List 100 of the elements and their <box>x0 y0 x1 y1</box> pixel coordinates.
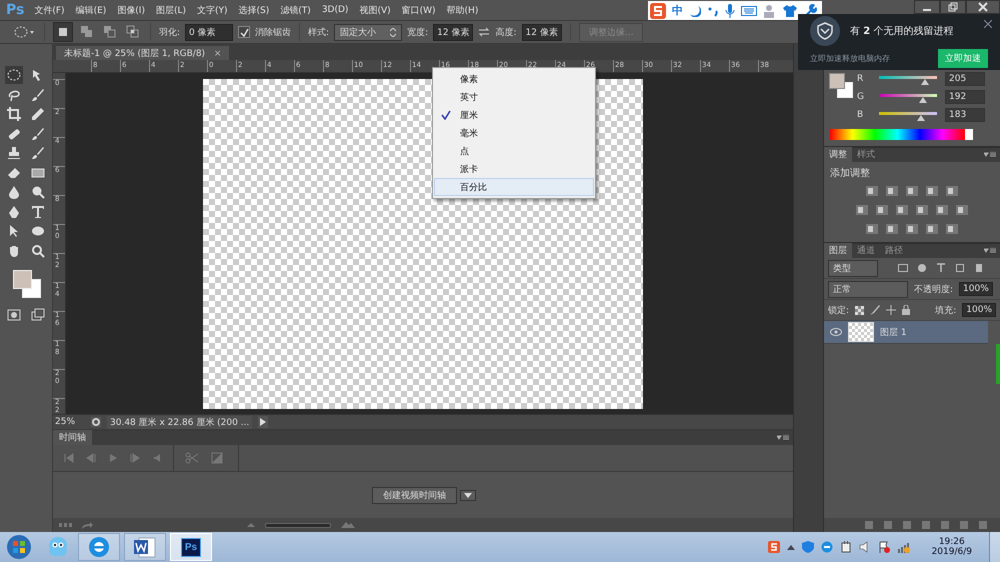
flag-icon[interactable] <box>878 541 890 553</box>
menu-item[interactable]: 窗口(W) <box>402 4 436 16</box>
menu-item[interactable]: 点 <box>434 142 594 160</box>
quick-mask-icon[interactable] <box>7 308 21 322</box>
menu-item[interactable]: 派卡 <box>434 160 594 178</box>
menu-item[interactable]: 3D(D) <box>322 5 348 15</box>
panel-menu-icon[interactable] <box>984 248 996 254</box>
ellipse-marquee-icon[interactable] <box>14 25 36 39</box>
menu-item[interactable]: 视图(V) <box>359 4 391 16</box>
timeline-tab[interactable]: 时间轴 <box>53 430 92 445</box>
zoom-level[interactable]: 25% <box>53 417 85 427</box>
color-spectrum[interactable] <box>830 129 973 140</box>
input-mode[interactable]: 中 <box>672 3 683 18</box>
shirt-icon[interactable] <box>783 4 797 18</box>
close-button[interactable] <box>966 0 1000 14</box>
menu-item[interactable]: 厘米 <box>434 106 594 124</box>
checker-icon[interactable] <box>855 306 864 314</box>
document-tab[interactable]: 未标题-1 @ 25% (图层 1, RGB/8) × <box>56 46 230 60</box>
ellipse-icon[interactable] <box>31 224 45 238</box>
dropdown-button[interactable] <box>460 490 476 500</box>
move-arrows-icon[interactable] <box>886 305 896 315</box>
signal-icon[interactable] <box>896 541 911 553</box>
minimize-button[interactable] <box>914 0 940 14</box>
keyboard-icon[interactable] <box>741 4 757 16</box>
word-button[interactable] <box>124 533 166 561</box>
panel-menu-icon[interactable] <box>777 435 789 441</box>
menu-item[interactable]: 图像(I) <box>117 4 145 16</box>
eye-icon[interactable] <box>830 328 842 336</box>
screen-mode-icon[interactable] <box>31 308 45 322</box>
eraser-icon[interactable] <box>7 166 21 180</box>
stamp-icon[interactable] <box>7 146 21 160</box>
panel-tab[interactable]: 调整 <box>824 147 852 162</box>
channel-value-field[interactable]: 183 <box>945 108 985 122</box>
clock-date[interactable]: 2019/6/9 <box>932 547 972 557</box>
opacity-field[interactable]: 100% <box>959 282 993 296</box>
fill-field[interactable]: 100% <box>962 303 996 317</box>
width-field[interactable]: 12 像素 <box>433 24 474 40</box>
photoshop-button[interactable]: Ps <box>170 533 212 561</box>
brush-icon[interactable] <box>31 88 45 102</box>
punctuation-icon[interactable] <box>707 4 719 16</box>
channel-value-field[interactable]: 205 <box>945 72 985 86</box>
style-dropdown[interactable]: 固定大小 <box>334 24 402 40</box>
gradient-icon[interactable] <box>31 166 45 180</box>
panel-tab[interactable]: 样式 <box>852 147 880 162</box>
lock-icon[interactable] <box>902 305 910 315</box>
close-icon[interactable] <box>984 20 992 28</box>
sogou-icon[interactable] <box>768 541 780 553</box>
panel-tab[interactable]: 通道 <box>852 243 880 258</box>
menu-item[interactable]: 帮助(H) <box>446 4 478 16</box>
browser-icon[interactable] <box>820 541 833 553</box>
type-icon[interactable] <box>31 204 45 218</box>
menu-item[interactable]: 文件(F) <box>34 4 65 16</box>
zoom-icon[interactable] <box>31 244 45 258</box>
menu-item[interactable]: 编辑(E) <box>76 4 106 16</box>
brush-icon[interactable] <box>31 146 45 160</box>
drop-icon[interactable] <box>7 185 21 199</box>
start-button[interactable] <box>6 534 32 560</box>
circle-icon[interactable] <box>917 263 927 273</box>
menu-item[interactable]: 百分比 <box>434 178 594 196</box>
panel-tab[interactable]: 图层 <box>824 243 852 258</box>
moon-icon[interactable] <box>689 4 701 16</box>
lasso-icon[interactable] <box>7 88 21 102</box>
page-icon[interactable] <box>974 263 984 273</box>
menu-item[interactable]: 英寸 <box>434 88 594 106</box>
menu-item[interactable]: 毫米 <box>434 124 594 142</box>
image-icon[interactable] <box>898 263 908 273</box>
height-field[interactable]: 12 像素 <box>522 24 562 40</box>
blend-mode-dropdown[interactable]: 正常 <box>828 280 908 298</box>
eyedropper-icon[interactable] <box>31 107 45 121</box>
color-swatches[interactable] <box>828 72 854 98</box>
magnifier-icon[interactable] <box>31 185 45 199</box>
filter-dropdown[interactable]: 类型 <box>828 260 878 276</box>
feather-field[interactable]: 0 像素 <box>185 24 234 40</box>
close-tab-button[interactable]: × <box>214 49 222 59</box>
menu-item[interactable]: 选择(S) <box>238 4 270 16</box>
panel-menu-icon[interactable] <box>984 152 996 158</box>
up-arrow-icon[interactable] <box>786 544 795 550</box>
panel-tab[interactable]: 路径 <box>880 243 908 258</box>
hand-icon[interactable] <box>7 244 21 258</box>
circle-icon[interactable] <box>91 417 101 427</box>
new-selection-icon[interactable] <box>53 22 73 42</box>
restore-button[interactable] <box>940 0 966 14</box>
menu-item[interactable]: 文字(Y) <box>197 4 228 16</box>
browser-button[interactable] <box>78 533 120 561</box>
channel-value-field[interactable]: 192 <box>945 90 985 104</box>
sogou-icon[interactable] <box>650 2 666 18</box>
type-icon[interactable] <box>936 263 946 273</box>
layer-row[interactable]: 图层 1 <box>824 321 988 344</box>
menu-item[interactable]: 滤镜(T) <box>280 4 311 16</box>
antialias-checkbox[interactable] <box>238 26 250 38</box>
clock-time[interactable]: 19:26 <box>938 537 965 547</box>
brush-icon[interactable] <box>870 305 880 315</box>
microphone-icon[interactable] <box>725 4 735 18</box>
show-desktop-button[interactable] <box>989 532 1000 562</box>
menu-item[interactable]: 图层(L) <box>156 4 186 16</box>
create-timeline-button[interactable]: 创建视频时间轴 <box>372 486 457 504</box>
play-icon[interactable] <box>258 416 268 428</box>
menu-item[interactable]: 像素 <box>434 70 594 88</box>
brush-icon[interactable] <box>31 126 45 140</box>
swap-icon[interactable] <box>478 27 490 37</box>
